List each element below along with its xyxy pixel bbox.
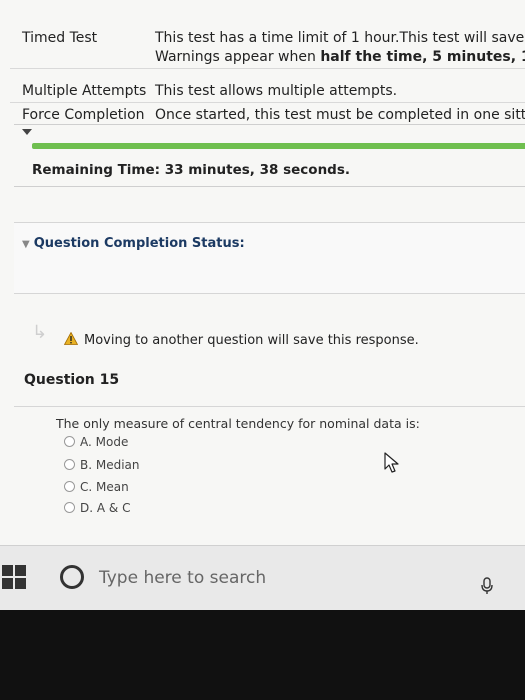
time-progress-bar [32,143,525,149]
search-circle-icon[interactable] [60,565,84,589]
divider [10,102,525,103]
divider [10,68,525,69]
answer-option-label: B. Median [80,458,140,472]
radio-button[interactable] [64,481,75,492]
expand-arrow-icon: ▼ [22,239,30,250]
info-label-force-completion: Force Completion [22,107,145,123]
answer-option-label: D. A & C [80,501,131,515]
question-title: Question 15 [24,372,120,388]
taskbar-search-input[interactable]: Type here to search [99,568,266,588]
info-value-line2-bold: half the time, 5 minutes, 1 [320,49,525,65]
info-value-multiple-attempts: This test allows multiple attempts. [155,83,398,99]
remaining-time: Remaining Time: 33 minutes, 38 seconds. [32,162,350,178]
question-prompt: The only measure of central tendency for… [56,416,420,431]
radio-button[interactable] [64,436,75,447]
save-warning-text: Moving to another question will save thi… [84,333,419,348]
info-value-timed-test-line2: Warnings appear when half the time, 5 mi… [155,49,525,65]
question-divider [14,406,525,407]
mouse-cursor-icon [384,452,400,478]
info-value-line2-text: Warnings appear when [155,49,321,65]
faded-return-icon: ↳ [32,322,48,343]
completion-status-toggle[interactable]: ▼ Question Completion Status: [22,236,245,251]
windows-taskbar: Type here to search [0,545,525,610]
answer-option-c[interactable]: C. Mean [64,480,129,494]
info-value-timed-test: This test has a time limit of 1 hour.Thi… [155,30,525,46]
microphone-icon[interactable] [480,577,494,599]
info-label-timed-test: Timed Test [22,30,98,46]
answer-option-d[interactable]: D. A & C [64,501,130,515]
collapse-triangle-icon[interactable] [22,129,32,135]
info-value-force-completion: Once started, this test must be complete… [155,107,525,123]
windows-logo-icon[interactable] [0,562,30,592]
answer-option-label: C. Mean [80,480,129,494]
completion-status-box [14,222,525,294]
answer-option-b[interactable]: B. Median [64,458,140,472]
browser-screen: Timed Test This test has a time limit of… [0,0,525,610]
info-label-multiple-attempts: Multiple Attempts [22,83,147,99]
completion-status-label: Question Completion Status: [33,236,245,251]
monitor-bezel [0,610,525,700]
warning-triangle-icon [64,332,78,345]
radio-button[interactable] [64,502,75,513]
answer-option-label: A. Mode [80,435,129,449]
radio-button[interactable] [64,459,75,470]
save-warning: Moving to another question will save thi… [64,332,419,348]
remaining-time-label: Remaining Time: [32,162,161,178]
answer-option-a[interactable]: A. Mode [64,435,128,449]
remaining-time-value: 33 minutes, 38 seconds. [164,162,351,178]
